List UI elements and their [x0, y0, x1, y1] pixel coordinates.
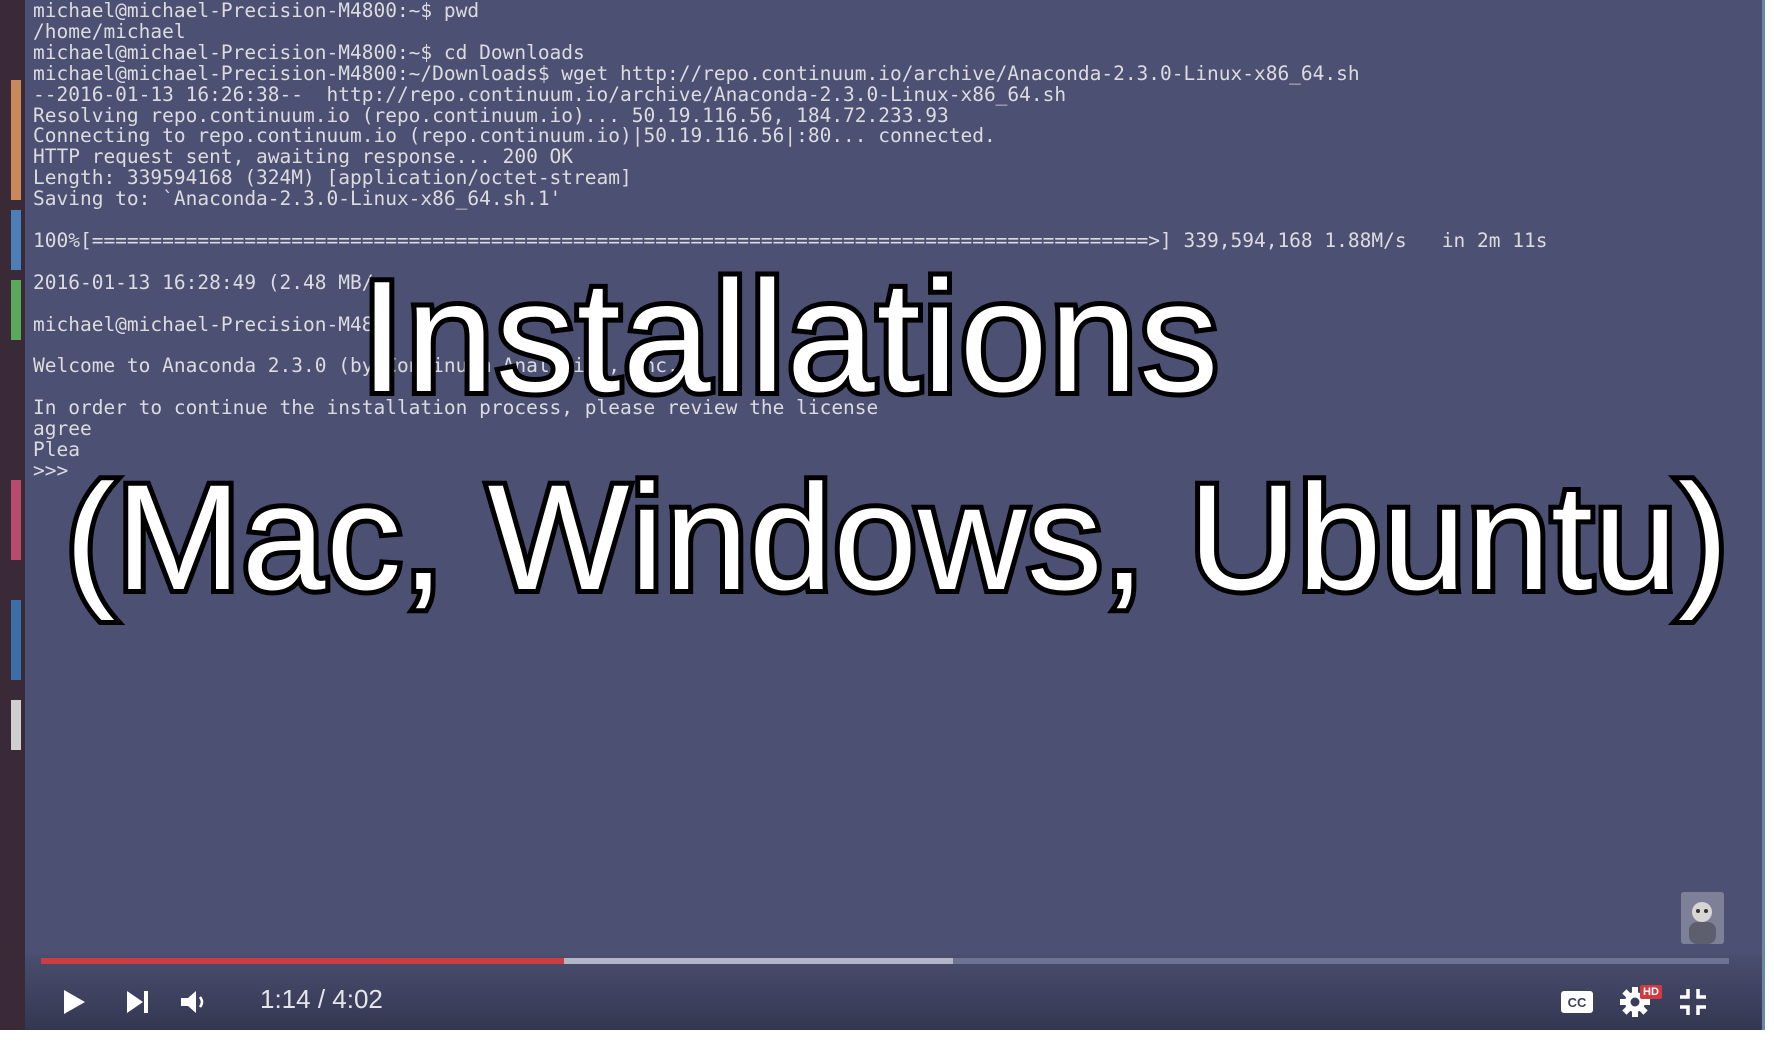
title-overlay-line1: Installations [355, 247, 1223, 427]
screen: michael@michael-Precision-M4800:~$ pwd/h… [0, 0, 1774, 1047]
exit-fullscreen-button[interactable] [1671, 980, 1715, 1024]
volume-icon [181, 991, 204, 1013]
launcher-item[interactable] [11, 80, 21, 200]
terminal-line: michael@michael-Precision-M48 [33, 312, 374, 336]
progress-bar[interactable] [41, 958, 1729, 964]
launcher-sidebar [0, 0, 25, 1030]
video-player[interactable]: michael@michael-Precision-M4800:~$ pwd/h… [25, 0, 1765, 1030]
launcher-item[interactable] [11, 600, 21, 680]
terminal-line: >>> [33, 458, 69, 482]
launcher-item[interactable] [11, 480, 21, 560]
channel-thumbnail[interactable] [1681, 892, 1724, 944]
time-display: 1:14 / 4:02 [260, 984, 383, 1014]
play-icon [64, 990, 85, 1014]
svg-text:CC: CC [1568, 995, 1587, 1010]
next-button[interactable] [115, 980, 159, 1024]
play-button[interactable] [51, 980, 95, 1024]
launcher-item[interactable] [11, 280, 21, 340]
title-overlay-line2: (Mac, Windows, Ubuntu) [60, 448, 1733, 626]
played-bar [41, 958, 565, 964]
captions-button[interactable]: CC [1555, 980, 1599, 1024]
next-icon [127, 991, 148, 1013]
launcher-item[interactable] [11, 700, 21, 750]
exit-fullscreen-icon [1680, 989, 1706, 1015]
hd-badge: HD [1640, 985, 1662, 999]
terminal-line: 2016-01-13 16:28:49 (2.48 MB/ [33, 270, 374, 294]
terminal-line: Saving to: `Anaconda-2.3.0-Linux-x86_64.… [33, 187, 562, 211]
captions-icon: CC [1561, 991, 1593, 1013]
launcher-item[interactable] [11, 210, 21, 270]
volume-button[interactable] [173, 980, 217, 1024]
